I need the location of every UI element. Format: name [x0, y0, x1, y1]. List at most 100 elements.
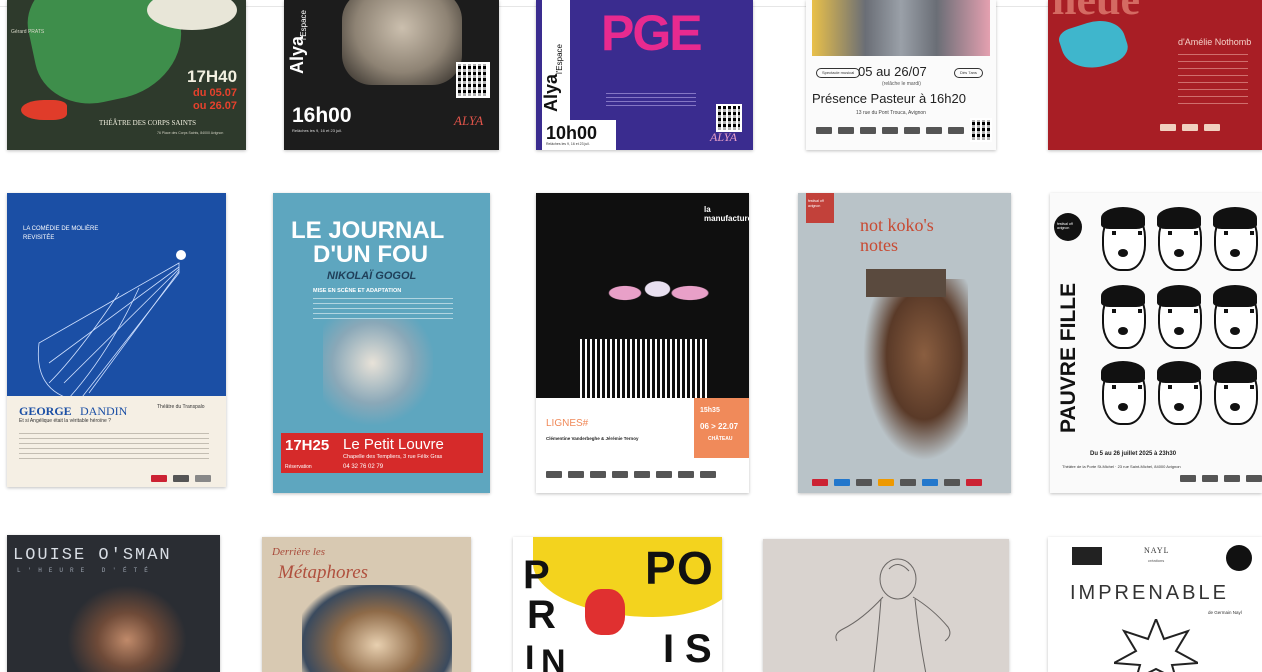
- poster-not-kokos-notes[interactable]: festival off avignon not koko's notes: [798, 193, 1011, 493]
- poster-presence-pasteur[interactable]: Spectacle musical 05 au 26/07 Dès 7ans (…: [806, 0, 996, 150]
- poster-logo-left: [1072, 547, 1102, 565]
- poster-corps-saints[interactable]: Gérard PRATS 17H40 du 05.07 ou 26.07 THÉ…: [7, 0, 246, 150]
- poster-piano-keys: [580, 339, 710, 399]
- face-6: [1213, 285, 1258, 349]
- poster-authors: Clémentine Vanderbeghe & Jérémie Ternoy: [546, 436, 639, 441]
- poster-time: 17H40: [187, 67, 238, 86]
- poster-woman-profile: [858, 279, 968, 469]
- poster-alya-10h[interactable]: PGE Alya l'Espace 10h00 Relâches les 9, …: [536, 0, 753, 150]
- poster-venue: Le Petit Louvre: [343, 436, 444, 453]
- sponsor-logos: [1180, 475, 1262, 482]
- poster-photo-figure: [342, 0, 462, 85]
- poster-badge-right: Dès 7ans: [954, 68, 983, 78]
- poster-title: PGE: [601, 5, 703, 61]
- poster-nothomb[interactable]: lieue d'Amélie Nothomb: [1048, 0, 1262, 150]
- poster-date-1: du 05.07: [193, 87, 238, 99]
- poster-derriere-les-metaphores[interactable]: Derrière les Métaphores: [262, 537, 471, 672]
- poster-brand-sup: l'Espace: [299, 10, 308, 40]
- qr-code: [716, 104, 742, 132]
- poster-sketch-drawing: [835, 558, 951, 672]
- poster-letter-o: O: [677, 542, 713, 594]
- poster-text-block: [1178, 54, 1248, 104]
- poster-badge-text: festival off avignon: [1057, 222, 1073, 230]
- poster-mise-en-scene: MISE EN SCÈNE ET ADAPTATION: [313, 288, 402, 294]
- sponsor-logos: [546, 471, 716, 478]
- poster-title: PAUVRE FILLE: [1057, 282, 1080, 433]
- poster-title-line2: Métaphores: [278, 562, 369, 583]
- poster-red-face: [585, 589, 625, 635]
- poster-author: de Germain Nayl: [1208, 610, 1242, 615]
- poster-prin-pois[interactable]: P R I N P O I S: [513, 537, 722, 672]
- face-5: [1157, 285, 1202, 349]
- poster-venue: Théâtre de la Porte St-Michel · 23 rue S…: [1062, 464, 1181, 469]
- sponsor-logos: [816, 127, 964, 134]
- poster-title: LOUISE O'SMAN: [13, 546, 172, 565]
- poster-title: LIGNES#: [546, 418, 589, 429]
- poster-letter-p2: P: [645, 542, 676, 594]
- poster-venue: Théâtre du Transpalo: [157, 404, 205, 410]
- qr-code: [456, 62, 490, 98]
- poster-pauvre-fille[interactable]: festival off avignon PAUVRE FILLE Du 5 a…: [1050, 193, 1262, 493]
- poster-lignes[interactable]: la manufacture LIGNES# Clémentine Vander…: [536, 193, 749, 493]
- poster-address: 76 Place des Corps Saints, 84000 Avignon: [157, 131, 224, 135]
- poster-credit: Gérard PRATS: [11, 29, 45, 35]
- poster-title-line1: Derrière les: [272, 546, 326, 558]
- poster-subtitle: L'HEURE D'ÉTÉ: [17, 567, 155, 574]
- poster-festival-badge: [1226, 545, 1252, 571]
- poster-logo: ALYA: [710, 130, 737, 144]
- poster-address: 13 rue du Pont Trouca, Avignon: [856, 110, 926, 116]
- poster-journal-dun-fou[interactable]: LE JOURNAL D'UN FOU NIKOLAÏ GOGOL MISE E…: [273, 193, 490, 493]
- poster-title-line1: LE JOURNAL: [291, 217, 445, 244]
- poster-time: 15h35: [700, 407, 720, 414]
- face-9: [1213, 361, 1258, 425]
- poster-logo: ALYA: [454, 113, 484, 128]
- sponsor-logos: [1160, 124, 1220, 131]
- face-1: [1101, 207, 1146, 271]
- poster-brand-sup: l'Espace: [555, 44, 564, 74]
- poster-time: 17H25: [285, 437, 330, 454]
- face-8: [1157, 361, 1202, 425]
- poster-headline: Présence Pasteur à 16h20: [812, 91, 966, 106]
- face-3: [1213, 207, 1258, 271]
- poster-brand: la manufacture: [704, 205, 749, 223]
- poster-phone: 04 32 76 02 79: [343, 464, 384, 470]
- poster-address: Chapelle des Templiers, 3 rue Félix Gras: [343, 454, 443, 460]
- poster-title: not koko's notes: [860, 215, 934, 255]
- poster-info: Du 5 au 26 juillet 2025 à 23h30: [1090, 451, 1177, 457]
- face-2: [1157, 207, 1202, 271]
- poster-title-line2: D'UN FOU: [313, 241, 429, 268]
- poster-sketch[interactable]: [763, 539, 1009, 672]
- sponsor-logos: [151, 475, 211, 482]
- sponsor-logos: [812, 479, 982, 486]
- poster-title: lieue: [1052, 0, 1140, 22]
- poster-badge-left: Spectacle musical: [816, 68, 861, 78]
- poster-subtitle: Et si Angélique était la véritable héroï…: [19, 418, 112, 424]
- poster-letter-n: N: [541, 643, 566, 672]
- poster-imprenable[interactable]: NAYL créations IMPRENABLE de Germain Nay…: [1048, 537, 1262, 672]
- poster-time: 16h00: [292, 104, 352, 127]
- poster-date-2: ou 26.07: [193, 100, 238, 112]
- qr-code: [970, 118, 992, 142]
- poster-venue: CHÂTEAU: [708, 436, 733, 442]
- poster-credits-block: [313, 297, 453, 319]
- poster-louise-osman[interactable]: LOUISE O'SMAN L'HEURE D'ÉTÉ: [7, 535, 220, 672]
- poster-badge-text: festival off avignon: [808, 199, 824, 208]
- poster-letter-s: S: [685, 627, 712, 671]
- poster-title: IMPRENABLE: [1070, 582, 1229, 604]
- poster-george-dandin[interactable]: LA COMÉDIE DE MOLIÈRE REVISITÉE GEORGE D…: [7, 193, 226, 487]
- poster-author: d'Amélie Nothomb: [1178, 37, 1252, 47]
- poster-author: NIKOLAÏ GOGOL: [327, 270, 417, 282]
- face-7: [1101, 361, 1146, 425]
- poster-logo-mid: NAYL: [1144, 546, 1170, 555]
- poster-reservation: Réservation: [285, 464, 312, 470]
- poster-letter-p1: P: [523, 553, 550, 597]
- poster-dancers-illustration: [586, 253, 716, 333]
- poster-star-emblem: [1114, 619, 1198, 672]
- poster-fish-icon: [21, 100, 67, 120]
- poster-letter-i2: I: [663, 627, 675, 671]
- poster-title-a: GEORGE: [19, 404, 72, 418]
- poster-cone-illustration: [37, 250, 186, 402]
- poster-text-block: [606, 90, 696, 106]
- poster-alya-16h[interactable]: Alya l'Espace 16h00 Relâches les 9, 16 e…: [284, 0, 499, 150]
- poster-letter-r: R: [527, 593, 556, 637]
